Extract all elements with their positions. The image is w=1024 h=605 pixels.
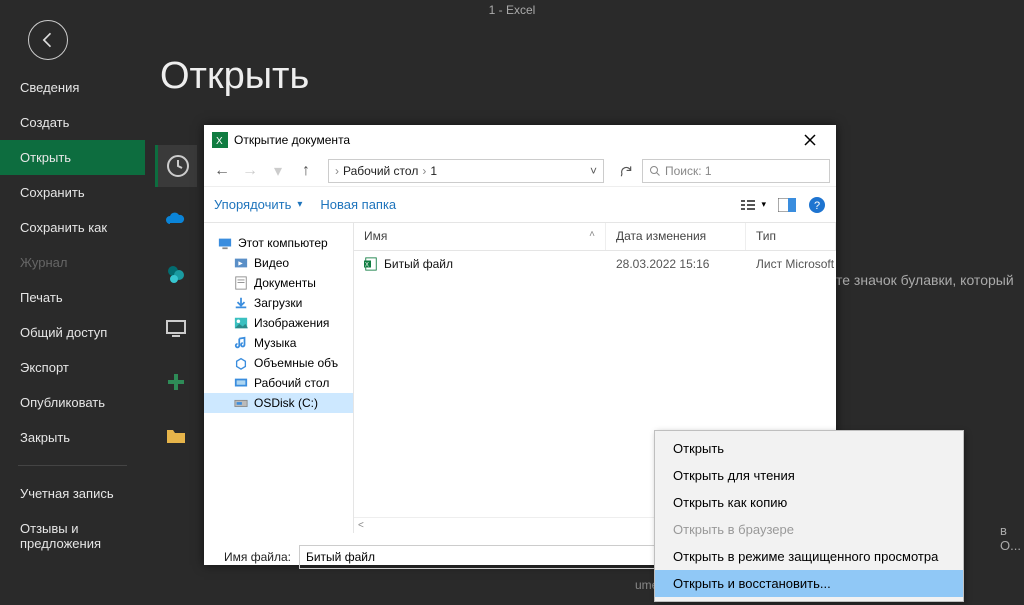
col-type[interactable]: Тип [746, 223, 836, 250]
search-icon [649, 165, 661, 177]
menu-open-readonly[interactable]: Открыть для чтения [655, 462, 963, 489]
place-onedrive[interactable] [155, 199, 197, 241]
tree-node[interactable]: Объемные объ [204, 353, 353, 373]
svg-text:X: X [365, 262, 369, 269]
sidebar-item[interactable]: Закрыть [0, 420, 145, 455]
nav-history-drop[interactable]: ▾ [266, 159, 290, 183]
tree-node[interactable]: Загрузки [204, 293, 353, 313]
svg-text:X: X [216, 136, 223, 147]
excel-icon: X [212, 132, 228, 148]
filename-label: Имя файла: [224, 550, 291, 564]
nav-back[interactable]: ← [210, 159, 234, 183]
col-date[interactable]: Дата изменения [606, 223, 746, 250]
tree-node-osdisk[interactable]: OSDisk (C:) [204, 393, 353, 413]
sidebar-item[interactable]: Учетная запись [0, 476, 145, 511]
menu-open-repair[interactable]: Открыть и восстановить... [655, 570, 963, 597]
tree-node[interactable]: Музыка [204, 333, 353, 353]
search-placeholder: Поиск: 1 [665, 164, 712, 178]
sidebar-item[interactable]: Сохранить как [0, 210, 145, 245]
sidebar-item[interactable]: Сведения [0, 70, 145, 105]
back-button[interactable] [28, 20, 68, 60]
preview-pane-button[interactable] [778, 198, 796, 212]
sidebar-item[interactable]: Отзывы и предложения [0, 511, 145, 561]
sidebar-item[interactable]: Опубликовать [0, 385, 145, 420]
svg-text:?: ? [814, 200, 820, 212]
view-options-button[interactable]: ▾ [741, 198, 766, 212]
file-row[interactable]: XБитый файл 28.03.2022 15:16 Лист Micros… [354, 251, 836, 277]
menu-open[interactable]: Открыть [655, 435, 963, 462]
background-text: в О... [1000, 523, 1024, 553]
tree-node[interactable]: Рабочий стол [204, 373, 353, 393]
refresh-button[interactable] [614, 159, 638, 183]
place-add[interactable] [155, 361, 197, 403]
sidebar-item: Журнал [0, 245, 145, 280]
page-title: Открыть [160, 55, 309, 98]
sidebar-item[interactable]: Экспорт [0, 350, 145, 385]
backstage-sidebar: Сведения Создать Открыть Сохранить Сохра… [0, 70, 145, 561]
app-titlebar: 1 - Excel [0, 0, 1024, 20]
breadcrumb[interactable]: 1 [426, 164, 441, 178]
background-text: те значок булавки, который [836, 272, 1014, 288]
tree-node[interactable]: Документы [204, 273, 353, 293]
menu-open-protected[interactable]: Открыть в режиме защищенного просмотра [655, 543, 963, 570]
address-bar[interactable]: › Рабочий стол › 1 ˅ [328, 159, 604, 183]
place-thispc[interactable] [155, 307, 197, 349]
breadcrumb[interactable]: Рабочий стол [339, 164, 422, 178]
sidebar-item[interactable]: Печать [0, 280, 145, 315]
sidebar-item[interactable]: Общий доступ [0, 315, 145, 350]
excel-file-icon: X [364, 257, 378, 271]
new-folder-button[interactable]: Новая папка [320, 197, 396, 212]
dialog-titlebar: X Открытие документа [204, 125, 836, 155]
place-recent[interactable] [155, 145, 197, 187]
nav-up[interactable]: ↑ [294, 159, 318, 183]
nav-row: ← → ▾ ↑ › Рабочий стол › 1 ˅ Поиск: 1 [204, 155, 836, 187]
help-button[interactable]: ? [808, 196, 826, 214]
sidebar-item[interactable]: Создать [0, 105, 145, 140]
tree-node[interactable]: Изображения [204, 313, 353, 333]
place-browse[interactable] [155, 415, 197, 457]
organize-button[interactable]: Упорядочить [214, 197, 302, 212]
places-column [155, 145, 197, 469]
close-button[interactable] [792, 127, 828, 153]
dialog-toolbar: Упорядочить Новая папка ▾ ? [204, 187, 836, 223]
dialog-title: Открытие документа [234, 133, 792, 147]
open-dropdown-menu: Открыть Открыть для чтения Открыть как к… [654, 430, 964, 602]
place-sharepoint[interactable] [155, 253, 197, 295]
folder-tree: Этот компьютер Видео Документы Загрузки … [204, 223, 354, 533]
col-name[interactable]: Имя˄ [354, 223, 606, 250]
tree-node[interactable]: Видео [204, 253, 353, 273]
menu-open-browser: Открыть в браузере [655, 516, 963, 543]
address-drop-icon[interactable]: ˅ [590, 164, 597, 178]
column-headers: Имя˄ Дата изменения Тип [354, 223, 836, 251]
menu-open-copy[interactable]: Открыть как копию [655, 489, 963, 516]
sidebar-item-open[interactable]: Открыть [0, 140, 145, 175]
sidebar-item[interactable]: Сохранить [0, 175, 145, 210]
nav-forward: → [238, 159, 262, 183]
tree-node-thispc[interactable]: Этот компьютер [204, 233, 353, 253]
search-input[interactable]: Поиск: 1 [642, 159, 830, 183]
